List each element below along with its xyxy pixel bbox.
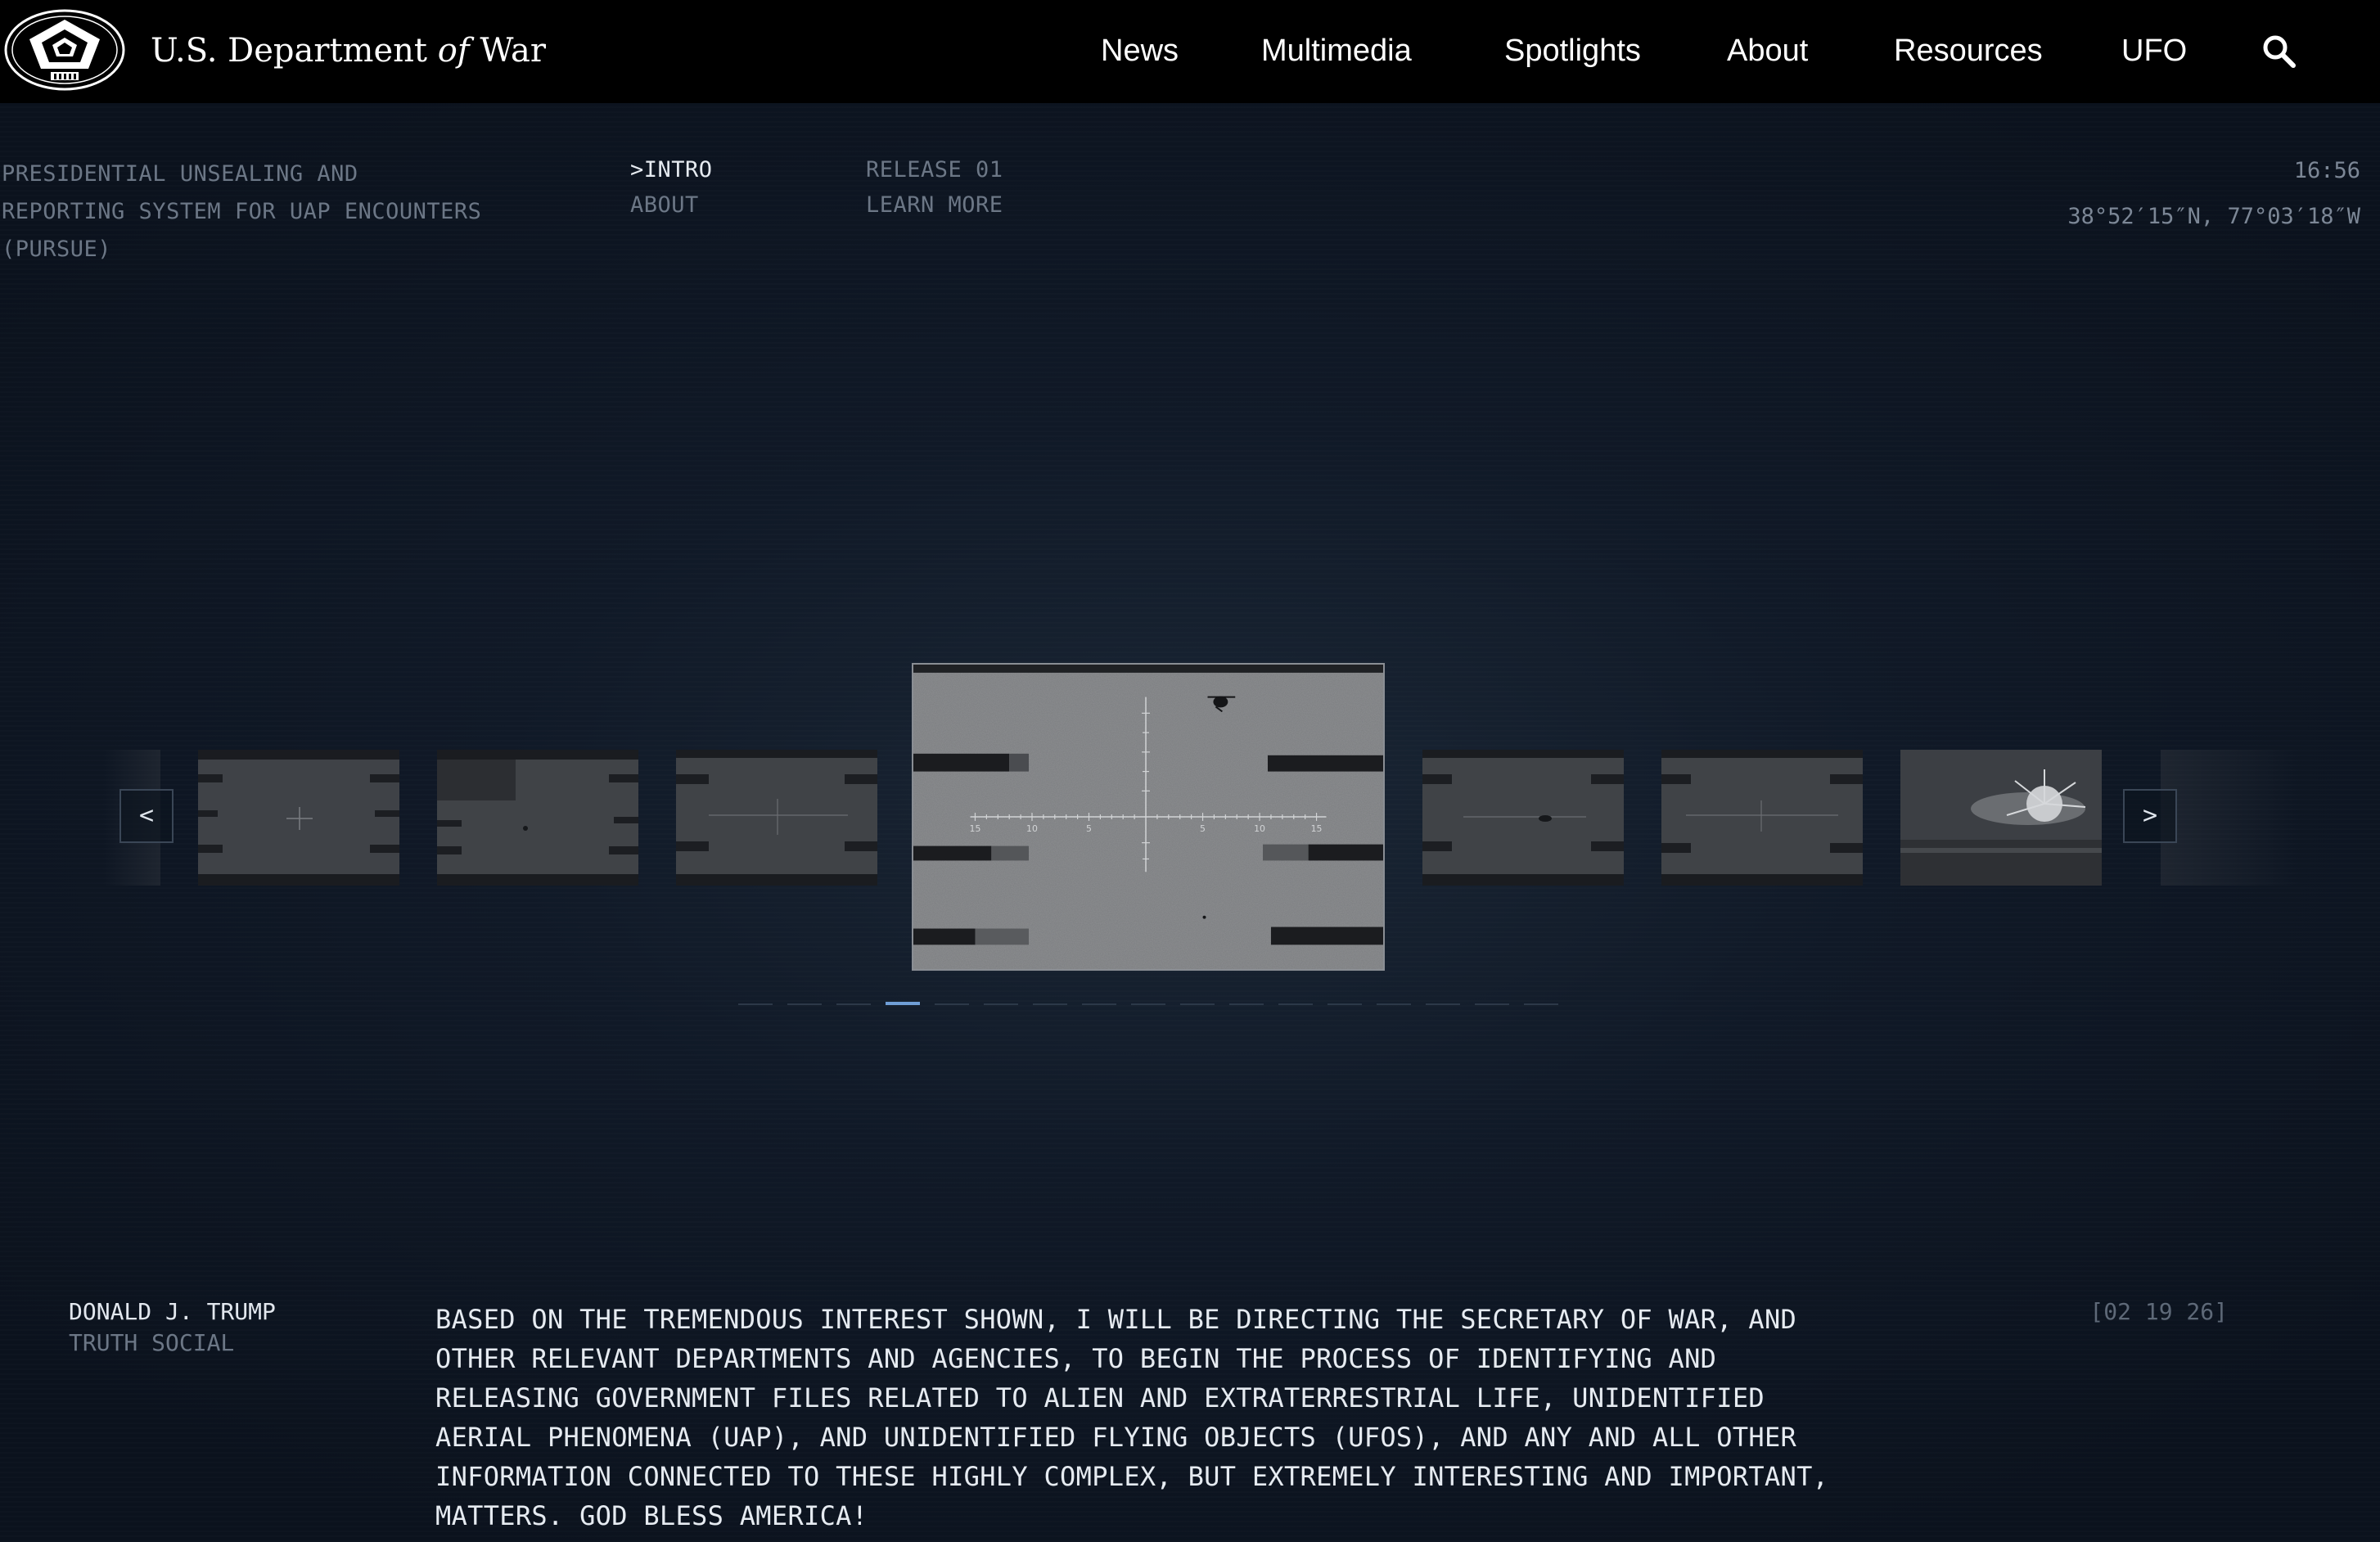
carousel-page-indicator[interactable] [886, 1002, 920, 1005]
learn-more-link[interactable]: LEARN MORE [866, 187, 1003, 223]
program-title-line: REPORTING SYSTEM FOR UAP ENCOUNTERS [2, 199, 482, 224]
site-title-of: of [437, 32, 470, 70]
search-icon[interactable] [2259, 31, 2298, 70]
carousel-page-indicator[interactable] [1278, 1003, 1313, 1005]
carousel-thumbnail[interactable] [1422, 750, 1624, 886]
reticle-tick-label: 15 [1311, 823, 1323, 834]
section-menu: >INTRO ABOUT [630, 152, 713, 223]
carousel-page-indicator[interactable] [935, 1003, 969, 1005]
site-title-main: U.S. Department [151, 32, 427, 70]
carousel-page-indicator[interactable] [1524, 1003, 1558, 1005]
carousel-page-indicator[interactable] [1180, 1003, 1215, 1005]
carousel-thumbnail[interactable] [437, 750, 638, 886]
carousel-page-indicator[interactable] [1229, 1003, 1264, 1005]
carousel-page-indicator[interactable] [1377, 1003, 1411, 1005]
nav-news[interactable]: News [1101, 28, 1179, 74]
carousel-thumbnail[interactable] [198, 750, 399, 886]
reticle-tick-label: 5 [1086, 823, 1092, 834]
carousel-page-indicator[interactable] [1475, 1003, 1509, 1005]
carousel-prev-button[interactable]: < [119, 789, 174, 843]
quote-date: [02 19 26] [2089, 1298, 2228, 1325]
menu-about[interactable]: ABOUT [630, 187, 713, 223]
carousel-thumbnail[interactable] [1900, 750, 2102, 886]
carousel-page-indicator[interactable] [738, 1003, 773, 1005]
carousel-page-indicator[interactable] [836, 1003, 871, 1005]
nav-about[interactable]: About [1727, 28, 1808, 74]
quote-author: DONALD J. TRUMP [69, 1298, 276, 1325]
reticle-tick-label: 10 [1254, 823, 1265, 834]
site-title-end: War [480, 32, 546, 70]
site-title[interactable]: U.S. Department of War [151, 28, 546, 74]
coordinates-readout: 38°52′15″N, 77°03′18″W [2067, 204, 2360, 229]
nav-multimedia[interactable]: Multimedia [1261, 28, 1412, 74]
reticle-tick-label: 15 [970, 823, 981, 834]
release-menu: RELEASE 01 LEARN MORE [866, 152, 1003, 223]
featured-uap-video-frame[interactable]: 15 10 5 5 10 15 [912, 663, 1385, 971]
carousel-next-button[interactable]: > [2123, 789, 2177, 843]
clock-readout: 16:56 [2293, 158, 2360, 183]
menu-intro[interactable]: >INTRO [630, 152, 713, 187]
quote-source: TRUTH SOCIAL [69, 1329, 235, 1356]
top-navigation-bar: U.S. Department of War News Multimedia S… [0, 0, 2380, 103]
carousel-page-indicator[interactable] [787, 1003, 822, 1005]
carousel-thumbnail[interactable] [1661, 750, 1863, 886]
carousel-page-indicator[interactable] [1426, 1003, 1460, 1005]
carousel-pagination [738, 1002, 1560, 1007]
pentagon-seal-icon[interactable] [3, 8, 126, 92]
carousel-fade-right [2161, 750, 2300, 886]
nav-spotlights[interactable]: Spotlights [1504, 28, 1641, 74]
carousel-thumbnail[interactable] [676, 750, 877, 886]
quote-author-block: DONALD J. TRUMP TRUTH SOCIAL [69, 1296, 276, 1359]
nav-resources[interactable]: Resources [1894, 28, 2043, 74]
program-title-line: PRESIDENTIAL UNSEALING AND [2, 161, 358, 187]
release-label[interactable]: RELEASE 01 [866, 152, 1003, 187]
program-title-line: (PURSUE) [2, 237, 112, 262]
quote-text: BASED ON THE TREMENDOUS INTEREST SHOWN, … [435, 1304, 1829, 1531]
reticle-tick-label: 10 [1026, 823, 1038, 834]
nav-ufo[interactable]: UFO [2121, 28, 2187, 74]
carousel-page-indicator[interactable] [984, 1003, 1018, 1005]
carousel-page-indicator[interactable] [1131, 1003, 1165, 1005]
program-title: PRESIDENTIAL UNSEALING AND REPORTING SYS… [2, 156, 481, 268]
reticle-tick-label: 5 [1200, 823, 1206, 834]
carousel-page-indicator[interactable] [1327, 1003, 1362, 1005]
carousel-page-indicator[interactable] [1033, 1003, 1067, 1005]
carousel-page-indicator[interactable] [1082, 1003, 1116, 1005]
